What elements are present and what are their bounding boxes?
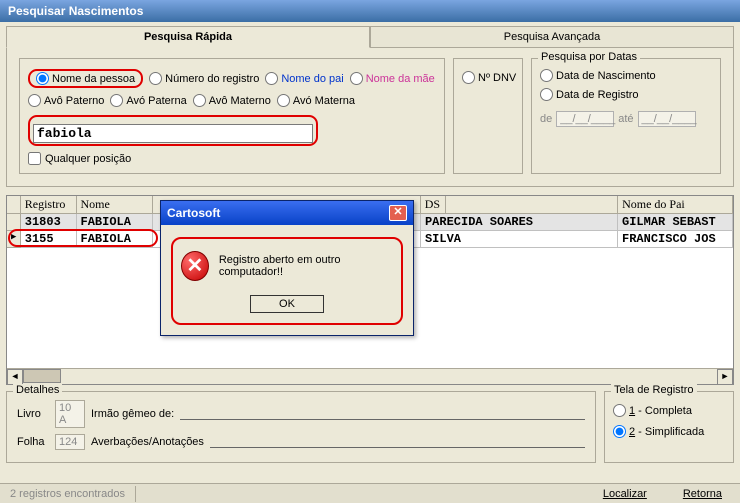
col-registro[interactable]: Registro — [21, 196, 77, 214]
search-panel: Nome da pessoa Número do registro Nome d… — [6, 48, 734, 187]
col-nome[interactable]: Nome — [77, 196, 154, 214]
radio-avo-paterna[interactable]: Avó Paterna — [110, 94, 186, 107]
radio-simplificada[interactable]: 2 - Simplificada — [613, 425, 725, 438]
tab-pesquisa-avancada[interactable]: Pesquisa Avançada — [370, 26, 734, 48]
label-averbacoes: Averbações/Anotações — [91, 436, 204, 448]
checkbox-qualquer-posicao[interactable] — [28, 152, 41, 165]
close-icon[interactable]: ✕ — [389, 205, 407, 221]
legend-tela: Tela de Registro — [611, 384, 697, 396]
averbacoes-value — [210, 436, 585, 448]
error-icon: ✕ — [181, 251, 209, 281]
window-titlebar: Pesquisar Nascimentos — [0, 0, 740, 22]
label-folha: Folha — [17, 436, 49, 448]
search-criteria-fieldset: Nome da pessoa Número do registro Nome d… — [19, 58, 445, 174]
label-qualquer-posicao: Qualquer posição — [45, 153, 131, 165]
status-count: 2 registros encontrados — [0, 486, 136, 502]
search-input[interactable]: fabiola — [33, 124, 313, 143]
tab-pesquisa-rapida[interactable]: Pesquisa Rápida — [6, 26, 370, 48]
radio-n-dnv[interactable]: Nº DNV — [462, 71, 514, 84]
detalhes-fieldset: Detalhes Livro 10 A Irmão gêmeo de: Folh… — [6, 391, 596, 463]
ok-button[interactable]: OK — [250, 295, 324, 313]
pesquisa-datas-fieldset: Pesquisa por Datas Data de Nascimento Da… — [531, 58, 721, 174]
dialog-titlebar[interactable]: Cartosoft ✕ — [161, 201, 413, 225]
window-title: Pesquisar Nascimentos — [8, 4, 143, 18]
col-hidden — [446, 196, 618, 214]
link-retorna[interactable]: Retorna — [665, 486, 740, 502]
n-dnv-fieldset: Nº DNV — [453, 58, 523, 174]
radio-numero-registro[interactable]: Número do registro — [149, 69, 259, 88]
scroll-left-icon[interactable]: ◄ — [7, 369, 23, 385]
radio-data-registro[interactable]: Data de Registro — [540, 88, 712, 101]
tela-registro-fieldset: Tela de Registro 1 - Completa 2 - Simpli… — [604, 391, 734, 463]
radio-completa[interactable]: 1 - Completa — [613, 404, 725, 417]
legend-detalhes: Detalhes — [13, 384, 62, 396]
radio-data-nascimento[interactable]: Data de Nascimento — [540, 69, 712, 82]
col-nome-pai[interactable]: Nome do Pai — [618, 196, 733, 214]
radio-avo-paterno[interactable]: Avô Paterno — [28, 94, 104, 107]
scroll-thumb[interactable] — [23, 369, 61, 383]
statusbar: 2 registros encontrados Localizar Retorn… — [0, 483, 740, 503]
radio-nome-pai[interactable]: Nome do pai — [265, 69, 343, 88]
label-ate: até — [618, 113, 633, 125]
field-livro: 10 A — [55, 400, 85, 428]
col-mae-suffix[interactable]: DS — [421, 196, 446, 214]
radio-avo-materna[interactable]: Avó Materna — [277, 94, 355, 107]
row-pointer-icon: ▶ — [7, 231, 21, 248]
date-to[interactable]: __/__/____ — [638, 111, 696, 127]
error-dialog: Cartosoft ✕ ✕ Registro aberto em outro c… — [160, 200, 414, 336]
radio-nome-mae[interactable]: Nome da mãe — [350, 69, 435, 88]
dialog-message: Registro aberto em outro computador!! — [219, 254, 393, 278]
dialog-title: Cartosoft — [167, 206, 220, 220]
tabstrip: Pesquisa Rápida Pesquisa Avançada — [6, 26, 734, 48]
radio-avo-materno[interactable]: Avô Materno — [193, 94, 271, 107]
horizontal-scrollbar[interactable]: ◄ ► — [7, 368, 733, 384]
irmao-gemeo-value — [180, 408, 585, 420]
date-from[interactable]: __/__/____ — [556, 111, 614, 127]
col-marker — [7, 196, 21, 214]
label-irmao-gemeo: Irmão gêmeo de: — [91, 408, 174, 420]
legend-pesquisa-datas: Pesquisa por Datas — [538, 51, 640, 63]
radio-nome-pessoa[interactable]: Nome da pessoa — [36, 72, 135, 85]
label-livro: Livro — [17, 408, 49, 420]
field-folha: 124 — [55, 434, 85, 450]
label-de: de — [540, 113, 552, 125]
link-localizar[interactable]: Localizar — [585, 486, 665, 502]
scroll-right-icon[interactable]: ► — [717, 369, 733, 385]
